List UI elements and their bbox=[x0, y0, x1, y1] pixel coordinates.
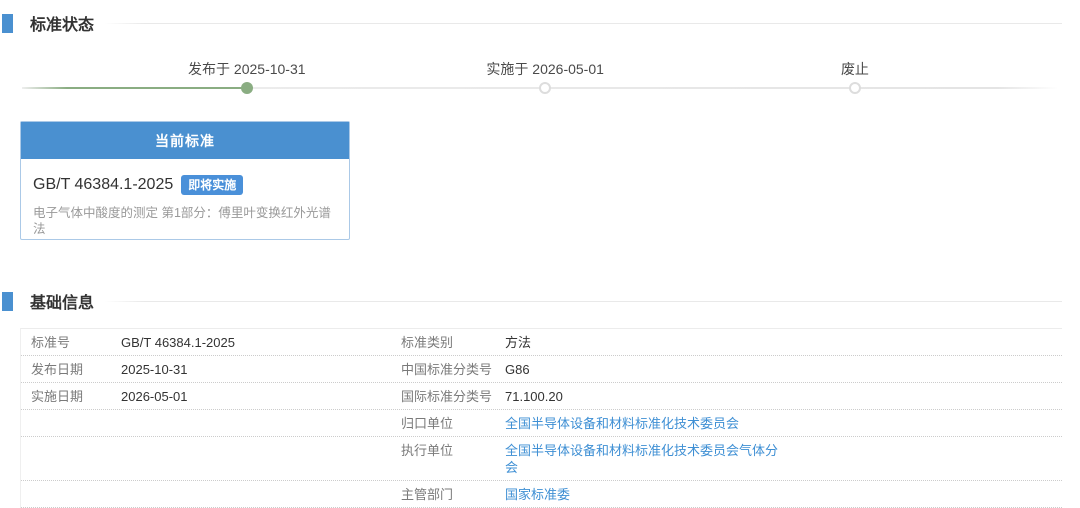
committee-link[interactable]: 全国半导体设备和材料标准化技术委员会 bbox=[505, 415, 739, 432]
field-label: 实施日期 bbox=[21, 388, 121, 405]
timeline-dot-pending bbox=[539, 82, 551, 94]
current-standard-card-body: GB/T 46384.1-2025 即将实施 电子气体中酸度的测定 第1部分：傅… bbox=[21, 159, 349, 237]
current-standard-card[interactable]: 当前标准 GB/T 46384.1-2025 即将实施 电子气体中酸度的测定 第… bbox=[20, 121, 350, 240]
field-label: 主管部门 bbox=[401, 486, 505, 503]
field-label: 国际标准分类号 bbox=[401, 388, 505, 405]
basic-info-table: 标准号 GB/T 46384.1-2025 标准类别 方法 发布日期 2025-… bbox=[20, 328, 1062, 508]
timeline-node-label: 实施于 2026-05-01 bbox=[486, 59, 604, 79]
status-section-header: 标准状态 bbox=[0, 13, 1080, 33]
basic-info-section: 基础信息 标准号 GB/T 46384.1-2025 标准类别 方法 发布日期 … bbox=[0, 291, 1080, 508]
standard-code: GB/T 46384.1-2025 bbox=[33, 176, 173, 194]
section-accent-bar bbox=[2, 292, 13, 311]
section-divider-line bbox=[104, 23, 1062, 24]
table-row: 标准号 GB/T 46384.1-2025 标准类别 方法 bbox=[21, 329, 1062, 356]
field-value: 2026-05-01 bbox=[121, 388, 401, 405]
field-value: 方法 bbox=[505, 334, 531, 351]
field-value: GB/T 46384.1-2025 bbox=[121, 334, 401, 351]
field-label: 归口单位 bbox=[401, 415, 505, 432]
basic-info-section-header: 基础信息 bbox=[0, 291, 1080, 311]
table-row: 归口单位 全国半导体设备和材料标准化技术委员会 bbox=[21, 410, 1062, 437]
status-badge: 即将实施 bbox=[181, 175, 243, 195]
timeline-dot-active bbox=[241, 82, 253, 94]
field-label: 执行单位 bbox=[401, 442, 505, 459]
status-timeline: 发布于 2025-10-31 实施于 2026-05-01 废止 bbox=[22, 33, 1058, 122]
field-value: 71.100.20 bbox=[505, 388, 563, 405]
timeline-node-label: 废止 bbox=[841, 59, 869, 79]
standard-name: 电子气体中酸度的测定 第1部分：傅里叶变换红外光谱法 bbox=[33, 205, 337, 237]
status-section-title: 标准状态 bbox=[30, 11, 94, 35]
field-label: 标准号 bbox=[21, 334, 121, 351]
standard-detail-page: 标准状态 发布于 2025-10-31 实施于 2026-05-01 废止 当前… bbox=[0, 0, 1080, 506]
section-accent-bar bbox=[2, 14, 13, 33]
table-row: 实施日期 2026-05-01 国际标准分类号 71.100.20 bbox=[21, 383, 1062, 410]
authority-link[interactable]: 国家标准委 bbox=[505, 486, 570, 503]
timeline-progress bbox=[22, 87, 247, 89]
executing-unit-link[interactable]: 全国半导体设备和材料标准化技术委员会气体分会 bbox=[505, 442, 786, 476]
section-divider-line bbox=[104, 301, 1062, 302]
status-section: 标准状态 发布于 2025-10-31 实施于 2026-05-01 废止 bbox=[0, 0, 1080, 122]
basic-info-section-title: 基础信息 bbox=[30, 289, 94, 313]
table-row: 主管部门 国家标准委 bbox=[21, 481, 1062, 508]
current-standard-card-header: 当前标准 bbox=[21, 122, 349, 159]
field-value: 2025-10-31 bbox=[121, 361, 401, 378]
table-row: 执行单位 全国半导体设备和材料标准化技术委员会气体分会 bbox=[21, 437, 1062, 481]
field-label: 中国标准分类号 bbox=[401, 361, 505, 378]
timeline-dot-pending bbox=[849, 82, 861, 94]
field-label: 发布日期 bbox=[21, 361, 121, 378]
table-row: 发布日期 2025-10-31 中国标准分类号 G86 bbox=[21, 356, 1062, 383]
field-label: 标准类别 bbox=[401, 334, 505, 351]
field-value: G86 bbox=[505, 361, 530, 378]
timeline-node-label: 发布于 2025-10-31 bbox=[188, 59, 306, 79]
